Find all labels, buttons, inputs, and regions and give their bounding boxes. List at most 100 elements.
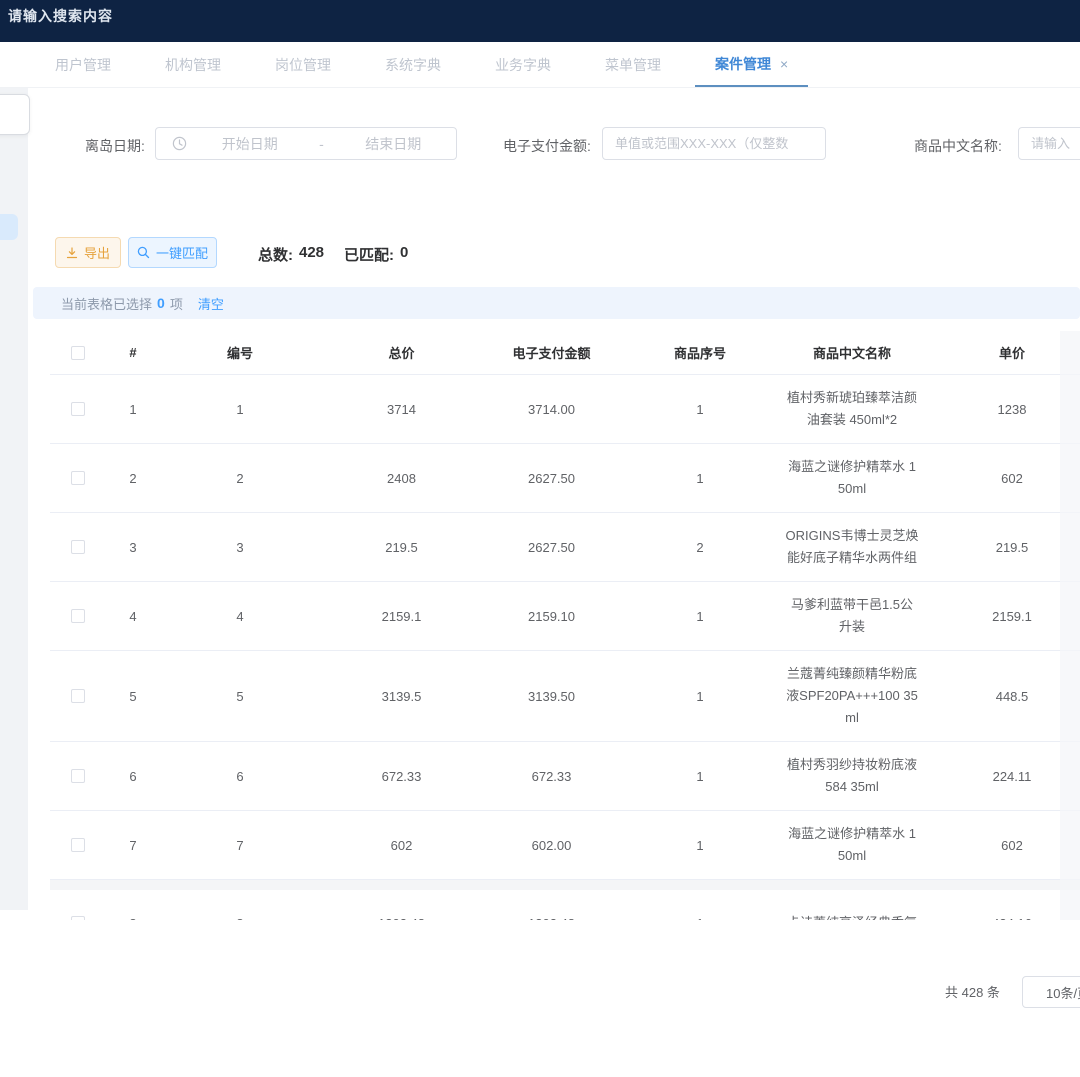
cell-index: 8	[106, 916, 160, 921]
cell-unit-price: 448.5	[924, 689, 1080, 704]
row-checkbox[interactable]	[71, 916, 85, 920]
col-header-total: 总价	[320, 343, 483, 362]
cell-product-name: 卡诗菁纯亮泽经典香氛	[785, 912, 919, 920]
table-row: 5 5 3139.5 3139.50 1 兰蔻菁纯臻颜精华粉底液SPF20PA+…	[50, 651, 1080, 742]
row-checkbox[interactable]	[71, 402, 85, 416]
selection-alert-bar: 当前表格已选择 0 项 清空	[33, 287, 1080, 319]
total-label: 总数:	[258, 244, 293, 265]
row-checkbox[interactable]	[71, 769, 85, 783]
row-checkbox[interactable]	[71, 609, 85, 623]
tab-org-management[interactable]: 机构管理	[165, 42, 221, 87]
cell-total: 3139.5	[320, 689, 483, 704]
date-start-placeholder: 开始日期	[187, 134, 313, 154]
cell-product-name: 海蓝之谜修护精萃水 150ml	[785, 823, 919, 867]
table-header-row: # 编号 总价 电子支付金额 商品序号 商品中文名称 单价	[50, 331, 1080, 375]
row-checkbox[interactable]	[71, 471, 85, 485]
cell-total: 2408	[320, 471, 483, 486]
cell-seq: 1	[620, 471, 780, 486]
cell-total: 3714	[320, 402, 483, 417]
product-name-input[interactable]	[1018, 127, 1080, 160]
app-window: 请输入搜索内容 用户管理 机构管理 岗位管理 系统字典 业务字典 菜单管理 案件…	[0, 0, 1080, 1077]
table-row: 8 8 1302.48 1302.48 1 卡诗菁纯亮泽经典香氛 434.16	[50, 890, 1080, 920]
fixed-column-shadow	[1060, 331, 1080, 920]
product-name-filter-label: 商品中文名称:	[914, 136, 1002, 156]
cell-unit-price: 1238	[924, 402, 1080, 417]
cell-code: 3	[160, 540, 320, 555]
cell-product-name: ORIGINS韦博士灵芝焕能好底子精华水两件组	[785, 525, 919, 569]
cell-seq: 1	[620, 769, 780, 784]
cell-epay: 2627.50	[483, 540, 620, 555]
cell-epay: 3139.50	[483, 689, 620, 704]
cell-code: 7	[160, 838, 320, 853]
date-filter-label: 离岛日期:	[85, 136, 145, 156]
cell-code: 1	[160, 402, 320, 417]
clear-selection-link[interactable]: 清空	[198, 294, 224, 313]
matched-label: 已匹配:	[344, 244, 394, 265]
tab-system-dict[interactable]: 系统字典	[385, 42, 441, 87]
export-button-label: 导出	[84, 243, 110, 262]
select-all-checkbox[interactable]	[71, 346, 85, 360]
cell-seq: 1	[620, 916, 780, 921]
row-checkbox[interactable]	[71, 540, 85, 554]
tab-post-management[interactable]: 岗位管理	[275, 42, 331, 87]
row-checkbox[interactable]	[71, 838, 85, 852]
cell-product-name: 植村秀新琥珀臻萃洁颜油套装 450ml*2	[785, 387, 919, 431]
cell-product-name: 兰蔻菁纯臻颜精华粉底液SPF20PA+++100 35 ml	[785, 663, 919, 729]
cell-epay: 2627.50	[483, 471, 620, 486]
cell-index: 4	[106, 609, 160, 624]
epay-amount-input[interactable]	[602, 127, 826, 160]
cell-unit-price: 224.11	[924, 769, 1080, 784]
clock-icon	[172, 136, 187, 151]
col-header-epay: 电子支付金额	[483, 343, 620, 362]
total-value: 428	[299, 244, 324, 265]
tab-business-dict[interactable]: 业务字典	[495, 42, 551, 87]
table-row: 7 7 602 602.00 1 海蓝之谜修护精萃水 150ml 602	[50, 811, 1080, 880]
cell-index: 5	[106, 689, 160, 704]
cell-total: 2159.1	[320, 609, 483, 624]
table-row: 3 3 219.5 2627.50 2 ORIGINS韦博士灵芝焕能好底子精华水…	[50, 513, 1080, 582]
cell-code: 2	[160, 471, 320, 486]
cell-epay: 3714.00	[483, 402, 620, 417]
table-row: 2 2 2408 2627.50 1 海蓝之谜修护精萃水 150ml 602	[50, 444, 1080, 513]
page-size-value: 10条/页	[1046, 983, 1080, 1002]
cell-epay: 602.00	[483, 838, 620, 853]
cell-product-name: 植村秀羽纱持妆粉底液 584 35ml	[785, 754, 919, 798]
left-gutter	[0, 88, 28, 910]
date-separator: -	[313, 136, 331, 152]
tab-user-management[interactable]: 用户管理	[55, 42, 111, 87]
cell-total: 219.5	[320, 540, 483, 555]
cell-seq: 1	[620, 689, 780, 704]
tab-menu-management[interactable]: 菜单管理	[605, 42, 661, 87]
matched-value: 0	[400, 244, 408, 265]
cell-product-name: 马爹利蓝带干邑1.5公升装	[785, 594, 919, 638]
cell-index: 6	[106, 769, 160, 784]
top-header-bar: 请输入搜索内容	[0, 0, 1080, 42]
cell-epay: 672.33	[483, 769, 620, 784]
date-range-picker[interactable]: 开始日期 - 结束日期	[155, 127, 457, 160]
cell-unit-price: 434.16	[924, 916, 1080, 921]
row-checkbox[interactable]	[71, 689, 85, 703]
page-size-select[interactable]: 10条/页	[1022, 976, 1080, 1008]
edge-button-fragment[interactable]	[0, 214, 18, 240]
table-row: 1 1 3714 3714.00 1 植村秀新琥珀臻萃洁颜油套装 450ml*2…	[50, 375, 1080, 444]
one-click-match-button[interactable]: 一键匹配	[128, 237, 217, 268]
tab-case-management[interactable]: 案件管理 ×	[695, 42, 808, 87]
tab-bar: 用户管理 机构管理 岗位管理 系统字典 业务字典 菜单管理 案件管理 ×	[0, 42, 1080, 88]
cell-seq: 1	[620, 402, 780, 417]
col-header-seq: 商品序号	[620, 343, 780, 362]
close-icon[interactable]: ×	[780, 57, 788, 71]
cell-code: 6	[160, 769, 320, 784]
cell-index: 3	[106, 540, 160, 555]
table-body: 1 1 3714 3714.00 1 植村秀新琥珀臻萃洁颜油套装 450ml*2…	[50, 375, 1080, 920]
global-search-input[interactable]: 请输入搜索内容	[8, 6, 113, 26]
data-table: # 编号 总价 电子支付金额 商品序号 商品中文名称 单价 1 1 3714 3…	[50, 331, 1080, 920]
cell-index: 7	[106, 838, 160, 853]
cell-product-name: 海蓝之谜修护精萃水 150ml	[785, 456, 919, 500]
selection-count: 0	[157, 295, 165, 311]
export-button[interactable]: 导出	[55, 237, 121, 268]
cell-total: 602	[320, 838, 483, 853]
table-row: 4 4 2159.1 2159.10 1 马爹利蓝带干邑1.5公升装 2159.…	[50, 582, 1080, 651]
cell-unit-price: 219.5	[924, 540, 1080, 555]
download-icon	[66, 247, 78, 259]
cell-total: 1302.48	[320, 916, 483, 921]
